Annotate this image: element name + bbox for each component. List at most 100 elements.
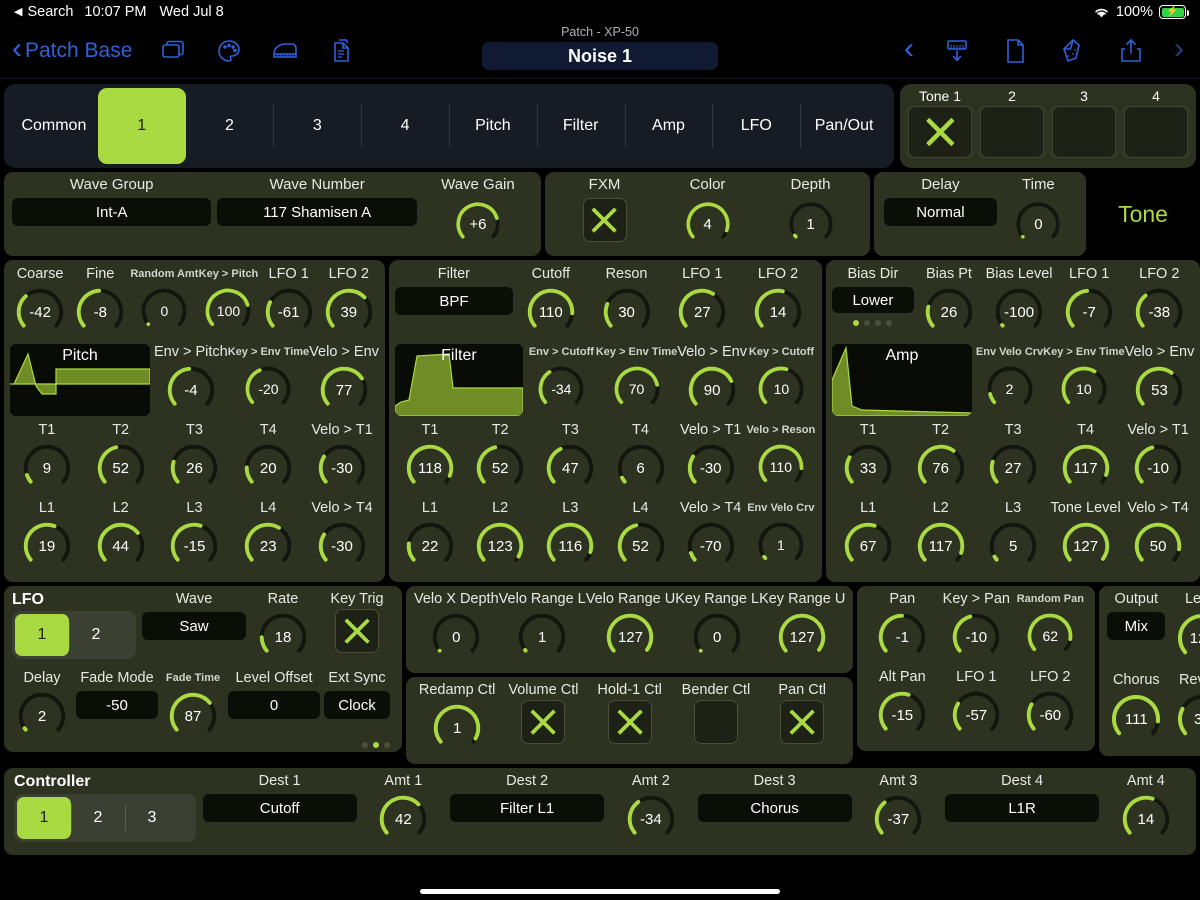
next-patch-button[interactable]: › <box>1174 34 1184 64</box>
patch-name-field[interactable]: Noise 1 <box>482 42 718 70</box>
velo-range-knob-1-knob[interactable]: 1 <box>514 609 570 665</box>
chorus-knob[interactable]: 111 <box>1107 690 1165 748</box>
pitch-t-knob-1-knob[interactable]: 52 <box>93 440 149 496</box>
amp-envelope-graph[interactable]: Amp <box>831 344 972 416</box>
controller-amt-3-knob[interactable]: -37 <box>870 791 926 847</box>
fxm-checkbox[interactable] <box>582 198 627 242</box>
delay-time-knob[interactable]: 0 <box>1009 198 1067 250</box>
amp-l-knob-2-knob[interactable]: 5 <box>985 518 1041 574</box>
pan-row1-knob-2-knob[interactable]: 62 <box>1023 609 1077 663</box>
tab-filter[interactable]: Filter <box>536 88 625 164</box>
tab-common[interactable]: Common <box>10 88 98 164</box>
pitch-mid-knob-1-knob[interactable]: -20 <box>241 362 295 416</box>
reverb-knob[interactable]: 31 <box>1173 690 1200 748</box>
pan-row2-knob-1-knob[interactable]: -57 <box>948 687 1004 743</box>
pitch-envelope-graph[interactable]: Pitch <box>10 344 150 416</box>
filter-mid-knob-3-knob[interactable]: 10 <box>754 362 808 416</box>
filter-mid-knob-0-knob[interactable]: -34 <box>534 362 588 416</box>
pitch-top-knob-0-knob[interactable]: -42 <box>12 284 68 340</box>
amp-top-knob-1-knob[interactable]: -100 <box>991 284 1047 340</box>
tab-4[interactable]: 4 <box>361 88 449 164</box>
filter-mid-knob-1-knob[interactable]: 70 <box>610 362 664 416</box>
lfo-delay-knob[interactable]: 2 <box>14 688 70 744</box>
amp-l-knob-3-knob[interactable]: 127 <box>1058 518 1114 574</box>
bias-dir-select[interactable]: Lower <box>831 287 914 313</box>
controller-dest-3-select[interactable]: Chorus <box>697 794 852 822</box>
tone-switch-3-box[interactable] <box>1052 106 1116 158</box>
documents-icon[interactable] <box>326 36 356 66</box>
controller-dest-1-select[interactable]: Cutoff <box>202 794 357 822</box>
wave-group-select[interactable]: Int-A <box>12 198 212 226</box>
tone-switch-1[interactable]: Tone 1 <box>908 88 972 158</box>
filter-top-knob-2-knob[interactable]: 27 <box>674 284 730 340</box>
wave-number-select[interactable]: 117 Shamisen A <box>217 198 417 226</box>
tone-switch-2[interactable]: 2 <box>980 88 1044 158</box>
filter-envelope-graph[interactable]: Filter <box>394 344 523 416</box>
pan-row2-knob-2-knob[interactable]: -60 <box>1022 687 1078 743</box>
amp-top-knob-0-knob[interactable]: 26 <box>921 284 977 340</box>
amp-mid-knob-2-knob[interactable]: 53 <box>1131 362 1187 418</box>
filter-l-knob-5-knob[interactable]: 1 <box>754 518 808 572</box>
filter-mid-knob-2-knob[interactable]: 90 <box>684 362 740 418</box>
lfo-select-2[interactable]: 2 <box>69 614 123 656</box>
piano-icon[interactable] <box>270 36 300 66</box>
pitch-l-knob-1-knob[interactable]: 44 <box>93 518 149 574</box>
pitch-l-knob-2-knob[interactable]: -15 <box>166 518 222 574</box>
amp-mid-knob-1-knob[interactable]: 10 <box>1057 362 1111 416</box>
filter-l-knob-4-knob[interactable]: -70 <box>683 518 739 574</box>
amp-t-knob-0-knob[interactable]: 33 <box>840 440 896 496</box>
velo-range-knob-2-knob[interactable]: 127 <box>602 609 658 665</box>
tone-switch-3[interactable]: 3 <box>1052 88 1116 158</box>
palette-icon[interactable] <box>214 36 244 66</box>
controller-select-1[interactable]: 1 <box>17 797 71 839</box>
filter-top-knob-1-knob[interactable]: 30 <box>599 284 655 340</box>
filter-l-knob-1-knob[interactable]: 123 <box>472 518 528 574</box>
amp-t-knob-2-knob[interactable]: 27 <box>985 440 1041 496</box>
controller-select-3[interactable]: 3 <box>125 797 179 839</box>
pitch-t-knob-3-knob[interactable]: 20 <box>240 440 296 496</box>
amp-l-knob-0-knob[interactable]: 67 <box>840 518 896 574</box>
velo-range-knob-0-knob[interactable]: 0 <box>428 609 484 665</box>
lfo-wave-select[interactable]: Saw <box>142 612 246 640</box>
pitch-top-knob-3-knob[interactable]: 100 <box>201 284 255 338</box>
lfo-select-1[interactable]: 1 <box>15 614 69 656</box>
pitch-mid-knob-2-knob[interactable]: 77 <box>316 362 372 418</box>
filter-t-knob-0-knob[interactable]: 118 <box>402 440 458 496</box>
amp-l-knob-1-knob[interactable]: 117 <box>913 518 969 574</box>
lfo-extsync-select[interactable]: Clock <box>324 691 390 719</box>
pitch-top-knob-5-knob[interactable]: 39 <box>321 284 377 340</box>
prev-patch-button[interactable]: ‹ <box>904 34 914 64</box>
pan-row2-knob-0-knob[interactable]: -15 <box>874 687 930 743</box>
ctl-assign-1-checkbox[interactable] <box>521 700 566 744</box>
controller-dest-4-select[interactable]: L1R <box>945 794 1100 822</box>
amp-l-knob-4-knob[interactable]: 50 <box>1130 518 1186 574</box>
filter-t-knob-1-knob[interactable]: 52 <box>472 440 528 496</box>
pitch-top-knob-4-knob[interactable]: -61 <box>261 284 317 340</box>
share-icon[interactable] <box>1116 36 1146 66</box>
lfo-rate-knob[interactable]: 18 <box>255 609 311 665</box>
filter-t-knob-4-knob[interactable]: -30 <box>683 440 739 496</box>
pitch-mid-knob-0-knob[interactable]: -4 <box>163 362 219 418</box>
pan-row1-knob-1-knob[interactable]: -10 <box>948 609 1004 665</box>
controller-dest-2-select[interactable]: Filter L1 <box>450 794 605 822</box>
filter-t-knob-3-knob[interactable]: 6 <box>613 440 669 496</box>
status-back-link[interactable]: ◀ Search <box>14 4 73 20</box>
amp-t-knob-3-knob[interactable]: 117 <box>1058 440 1114 496</box>
pitch-t-knob-2-knob[interactable]: 26 <box>166 440 222 496</box>
tone-switch-2-box[interactable] <box>980 106 1044 158</box>
color-knob[interactable]: 4 <box>679 198 737 250</box>
windows-icon[interactable] <box>158 36 188 66</box>
controller-amt-1-knob[interactable]: 42 <box>375 791 431 847</box>
pitch-top-knob-1-knob[interactable]: -8 <box>72 284 128 340</box>
tab-amp[interactable]: Amp <box>624 88 713 164</box>
output-level-knob[interactable]: 127 <box>1173 609 1200 667</box>
tab-lfo[interactable]: LFO <box>712 88 800 164</box>
depth-knob[interactable]: 1 <box>782 198 840 250</box>
tab-2[interactable]: 2 <box>186 88 274 164</box>
ctl-assign-2-checkbox[interactable] <box>607 700 652 744</box>
filter-l-knob-3-knob[interactable]: 52 <box>613 518 669 574</box>
wave-gain-knob[interactable]: +6 <box>450 198 506 250</box>
tab-1[interactable]: 1 <box>97 88 186 164</box>
velo-range-knob-3-knob[interactable]: 0 <box>689 609 745 665</box>
amp-t-knob-4-knob[interactable]: -10 <box>1130 440 1186 496</box>
